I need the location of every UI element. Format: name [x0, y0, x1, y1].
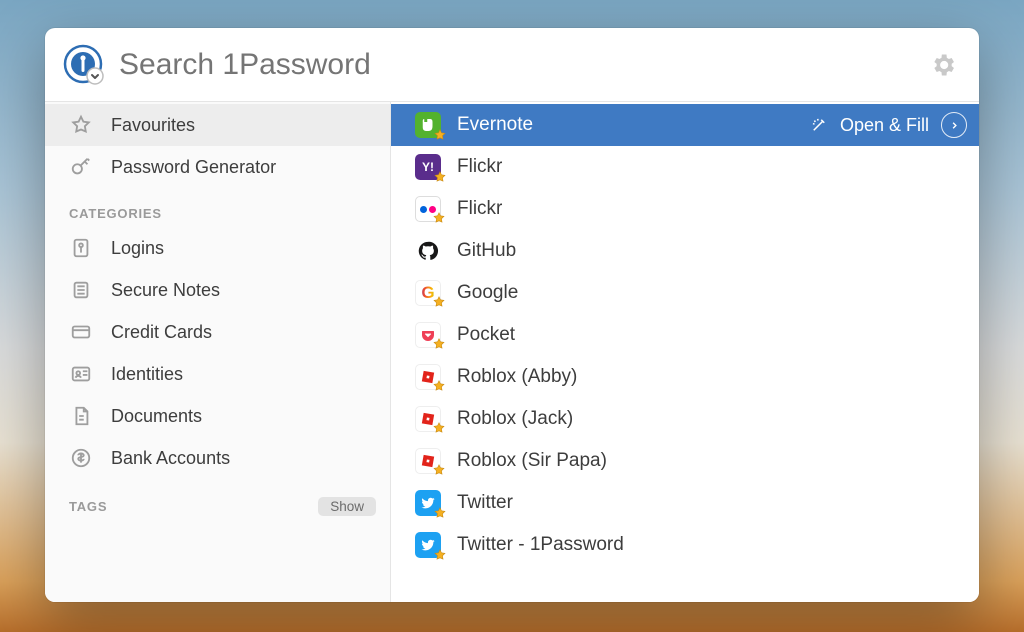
list-item[interactable]: GitHub: [391, 230, 979, 272]
twitter-app-icon: [415, 532, 441, 558]
yahoo-app-icon: Y!: [415, 154, 441, 180]
bank-accounts-icon: [69, 446, 93, 470]
item-label: Evernote: [457, 114, 794, 136]
list-item[interactable]: Y! Flickr: [391, 146, 979, 188]
item-label: Roblox (Sir Papa): [457, 450, 967, 472]
tags-header-row: TAGS Show: [45, 479, 390, 522]
github-app-icon: [415, 238, 441, 264]
evernote-app-icon: [415, 112, 441, 138]
sidebar-item-label: Credit Cards: [111, 322, 212, 343]
sidebar-item-logins[interactable]: Logins: [45, 227, 390, 269]
sidebar-item-documents[interactable]: Documents: [45, 395, 390, 437]
sidebar-item-bank-accounts[interactable]: Bank Accounts: [45, 437, 390, 479]
sidebar-item-label: Documents: [111, 406, 202, 427]
item-label: Roblox (Abby): [457, 366, 967, 388]
sidebar-item-label: Password Generator: [111, 157, 276, 178]
sidebar-item-label: Identities: [111, 364, 183, 385]
password-generator-icon: [69, 155, 93, 179]
sidebar-item-label: Bank Accounts: [111, 448, 230, 469]
search-input[interactable]: [119, 48, 915, 82]
app-logo-icon: [63, 44, 105, 86]
item-list: Evernote Open & Fill Y! Flickr Flickr GitHub G…: [391, 102, 979, 602]
header: [45, 28, 979, 102]
sidebar: FavouritesPassword Generator CATEGORIES …: [45, 102, 391, 602]
item-label: Google: [457, 282, 967, 304]
identities-icon: [69, 362, 93, 386]
favourite-star-icon: [433, 548, 447, 562]
flickr-app-icon: [415, 196, 441, 222]
list-item[interactable]: Twitter: [391, 482, 979, 524]
list-item[interactable]: Twitter - 1Password: [391, 524, 979, 566]
settings-button[interactable]: [929, 51, 957, 79]
wand-icon: [810, 116, 828, 134]
favourite-star-icon: [432, 295, 446, 309]
sidebar-item-secure-notes[interactable]: Secure Notes: [45, 269, 390, 311]
sidebar-item-label: Logins: [111, 238, 164, 259]
tags-header: TAGS: [69, 499, 107, 514]
show-tags-button[interactable]: Show: [318, 497, 376, 516]
item-label: Roblox (Jack): [457, 408, 967, 430]
list-item[interactable]: Pocket: [391, 314, 979, 356]
roblox-app-icon: [415, 406, 441, 432]
list-item[interactable]: Roblox (Jack): [391, 398, 979, 440]
favourite-star-icon: [432, 421, 446, 435]
open-and-fill-action[interactable]: Open & Fill: [810, 112, 967, 138]
list-item[interactable]: Roblox (Abby): [391, 356, 979, 398]
list-item[interactable]: Evernote Open & Fill: [391, 104, 979, 146]
detail-button[interactable]: [941, 112, 967, 138]
favourite-star-icon: [433, 128, 447, 142]
favourite-star-icon: [432, 337, 446, 351]
favourite-star-icon: [433, 506, 447, 520]
sidebar-item-favourites[interactable]: Favourites: [45, 104, 390, 146]
item-label: Twitter: [457, 492, 967, 514]
sidebar-item-identities[interactable]: Identities: [45, 353, 390, 395]
sidebar-item-label: Favourites: [111, 115, 195, 136]
sidebar-item-credit-cards[interactable]: Credit Cards: [45, 311, 390, 353]
favourite-star-icon: [432, 379, 446, 393]
list-item[interactable]: Roblox (Sir Papa): [391, 440, 979, 482]
item-label: Twitter - 1Password: [457, 534, 967, 556]
app-window: FavouritesPassword Generator CATEGORIES …: [45, 28, 979, 602]
sidebar-item-label: Secure Notes: [111, 280, 220, 301]
body: FavouritesPassword Generator CATEGORIES …: [45, 102, 979, 602]
item-label: Flickr: [457, 198, 967, 220]
google-app-icon: G: [415, 280, 441, 306]
logins-icon: [69, 236, 93, 260]
favourite-star-icon: [432, 211, 446, 225]
favourites-icon: [69, 113, 93, 137]
twitter-app-icon: [415, 490, 441, 516]
pocket-app-icon: [415, 322, 441, 348]
credit-cards-icon: [69, 320, 93, 344]
favourite-star-icon: [432, 463, 446, 477]
item-label: GitHub: [457, 240, 967, 262]
item-label: Flickr: [457, 156, 967, 178]
favourite-star-icon: [433, 170, 447, 184]
action-label: Open & Fill: [840, 115, 929, 136]
item-label: Pocket: [457, 324, 967, 346]
roblox-app-icon: [415, 448, 441, 474]
list-item[interactable]: G Google: [391, 272, 979, 314]
list-item[interactable]: Flickr: [391, 188, 979, 230]
documents-icon: [69, 404, 93, 428]
chevron-right-icon: [949, 120, 960, 131]
roblox-app-icon: [415, 364, 441, 390]
secure-notes-icon: [69, 278, 93, 302]
sidebar-item-password-generator[interactable]: Password Generator: [45, 146, 390, 188]
categories-header: CATEGORIES: [45, 188, 390, 227]
